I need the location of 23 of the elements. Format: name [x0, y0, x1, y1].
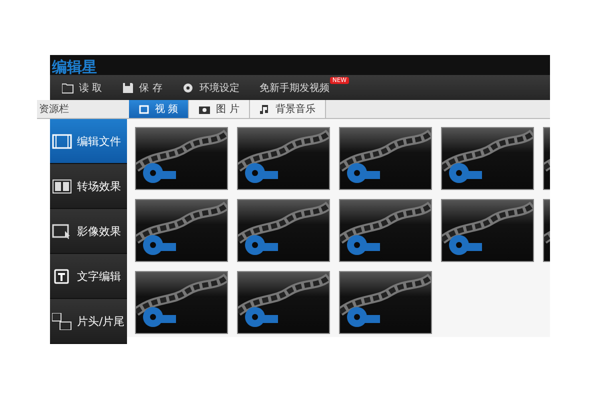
media-tab[interactable]: 背景音乐 — [250, 100, 326, 118]
panel-title: 资源栏 — [38, 102, 70, 117]
toolbar-button[interactable]: 环境设定 — [182, 80, 240, 94]
toolbar-button[interactable]: 读 取 — [62, 80, 102, 94]
frame-cursor-icon — [52, 222, 72, 240]
text-box-icon — [52, 268, 72, 284]
sidebar-item[interactable]: 影像效果 — [50, 209, 127, 254]
media-tab[interactable]: 图 片 — [189, 100, 250, 118]
sidebar-item[interactable]: 片头/片尾 — [50, 299, 127, 344]
toolbar-button[interactable]: 免新手期发视频 — [259, 80, 330, 94]
app-title: 编辑星 — [52, 60, 97, 75]
film-frame-icon — [52, 132, 72, 150]
media-tab[interactable]: 视 频 — [129, 100, 190, 118]
square-icon — [139, 104, 149, 114]
toolbar-button[interactable]: 保 存 — [122, 80, 162, 94]
stacked-frames-icon — [52, 312, 72, 330]
music-note-icon — [260, 104, 270, 114]
sidebar-item[interactable]: 文字编辑 — [50, 254, 127, 299]
ab-frames-icon — [52, 178, 72, 194]
sidebar-item[interactable]: 编辑文件 — [50, 119, 127, 164]
sidebar-item[interactable]: 转场效果 — [50, 164, 127, 209]
folder-icon — [62, 82, 74, 94]
camera-icon — [199, 104, 210, 114]
